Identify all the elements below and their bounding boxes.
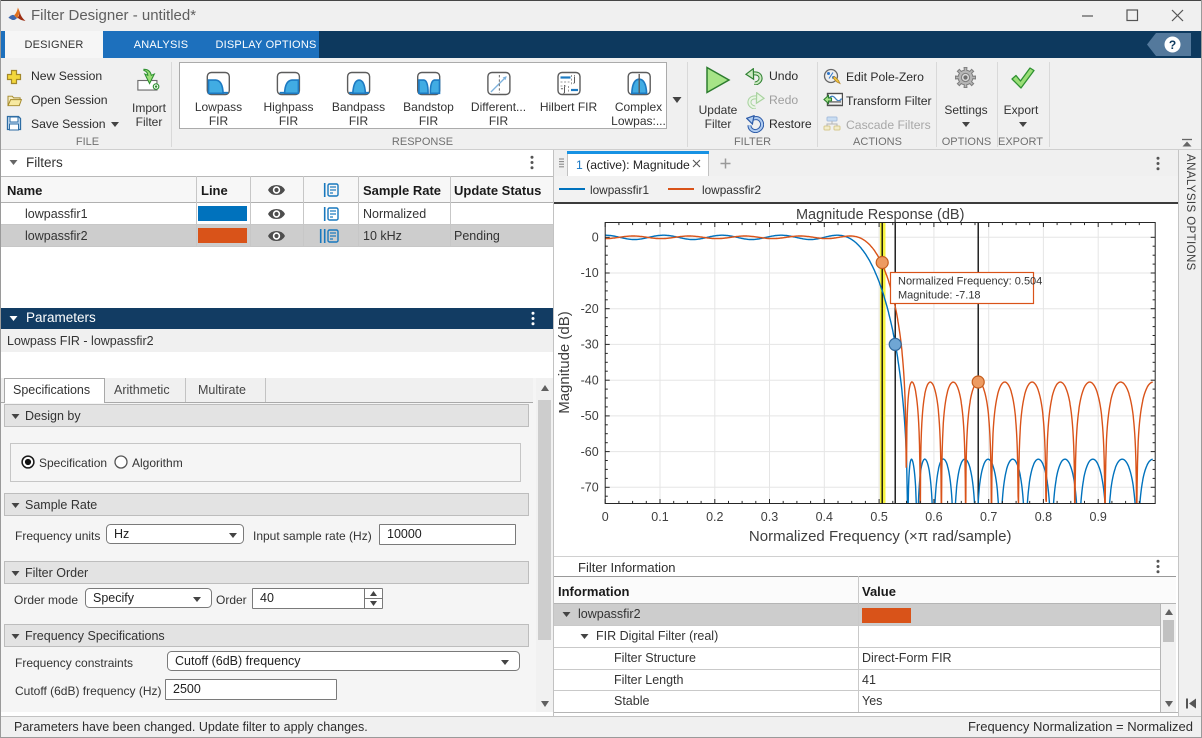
svg-text:-50: -50	[581, 409, 599, 423]
svg-text:Magnitude: -7.18: Magnitude: -7.18	[898, 290, 981, 302]
svg-text:0.3: 0.3	[761, 510, 778, 524]
svg-text:Normalized Frequency: 0.504: Normalized Frequency: 0.504	[898, 276, 1042, 288]
svg-text:0.1: 0.1	[651, 510, 668, 524]
svg-text:0.4: 0.4	[816, 510, 833, 524]
svg-text:j: j	[573, 74, 576, 84]
svg-text:0.7: 0.7	[980, 510, 997, 524]
svg-text:0.8: 0.8	[1035, 510, 1052, 524]
svg-text:0: 0	[592, 231, 599, 245]
svg-text:Magnitude (dB): Magnitude (dB)	[556, 311, 573, 414]
svg-text:Magnitude Response (dB): Magnitude Response (dB)	[796, 207, 964, 223]
svg-text:0.6: 0.6	[925, 510, 942, 524]
svg-text:0: 0	[602, 510, 609, 524]
svg-text:-20: -20	[581, 302, 599, 316]
svg-text:0.2: 0.2	[706, 510, 723, 524]
svg-text:Normalized Frequency (×π rad/s: Normalized Frequency (×π rad/sample)	[749, 528, 1012, 545]
svg-text:-40: -40	[581, 373, 599, 387]
svg-text:-30: -30	[581, 338, 599, 352]
svg-text:-70: -70	[581, 481, 599, 495]
svg-text:-10: -10	[581, 266, 599, 280]
svg-text:-j: -j	[561, 84, 566, 94]
svg-text:0.9: 0.9	[1090, 510, 1107, 524]
svg-text:?: ?	[1169, 38, 1176, 52]
svg-text:-60: -60	[581, 445, 599, 459]
svg-text:0.5: 0.5	[870, 510, 887, 524]
